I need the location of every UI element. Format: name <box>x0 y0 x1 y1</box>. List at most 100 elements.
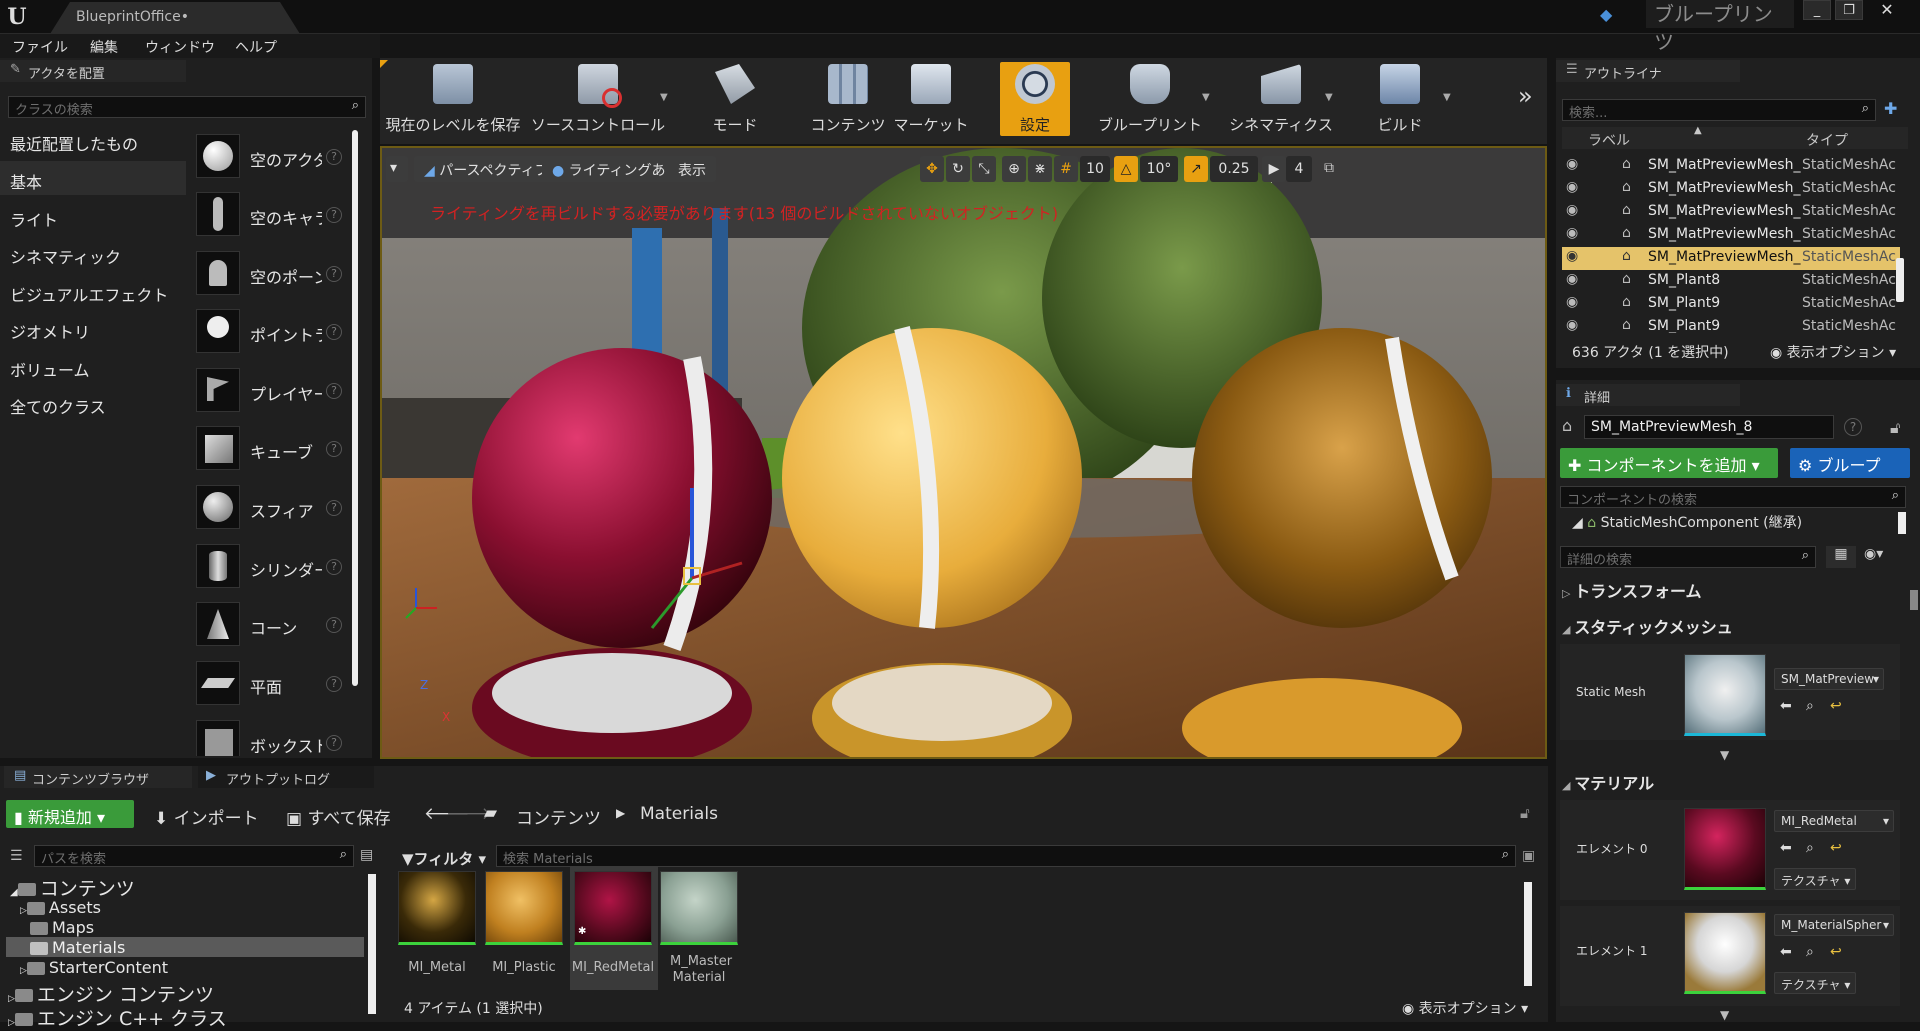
category-cinematic[interactable]: シネマティック <box>0 236 186 270</box>
actor-item-box-trigger[interactable]: ボックスト? <box>192 716 352 756</box>
help-icon[interactable]: ? <box>326 324 342 340</box>
visibility-eye-icon[interactable]: ◉ <box>1566 317 1578 333</box>
maximize-button[interactable]: ❐ <box>1835 0 1863 20</box>
visibility-eye-icon[interactable]: ◉ <box>1566 225 1578 241</box>
asset-thumbnail-mi-plastic[interactable] <box>485 871 563 945</box>
static-mesh-dropdown[interactable]: SM_MatPreview ▾ <box>1774 668 1884 690</box>
build-dropdown-icon[interactable]: ▼ <box>1443 92 1451 103</box>
path-search-input[interactable]: パスを検索 ⌕ <box>34 845 354 867</box>
static-mesh-thumbnail[interactable] <box>1684 654 1766 736</box>
unreal-logo-icon[interactable]: U <box>2 3 32 31</box>
save-search-icon[interactable]: ▣ <box>1522 848 1535 864</box>
help-icon[interactable]: ? <box>326 617 342 633</box>
visibility-eye-icon[interactable]: ◉ <box>1566 179 1578 195</box>
browse-search-icon[interactable]: ⌕ <box>1806 944 1814 960</box>
use-selected-arrow-icon[interactable]: ⬅ <box>1780 698 1792 714</box>
asset-scrollbar[interactable] <box>1524 882 1532 986</box>
outliner-row[interactable]: ◉ ⌂ SM_MatPreviewMesh_ StaticMeshAc <box>1562 178 1900 201</box>
visibility-eye-icon[interactable]: ◉ <box>1566 156 1578 172</box>
breadcrumb-materials[interactable]: Materials <box>640 804 718 824</box>
actor-item-cylinder[interactable]: シリンダー? <box>192 540 352 598</box>
help-icon[interactable]: ? <box>326 500 342 516</box>
actor-item-empty-character[interactable]: 空のキャラ? <box>192 188 352 246</box>
help-icon[interactable]: ? <box>326 676 342 692</box>
visibility-eye-icon[interactable]: ◉ <box>1566 294 1578 310</box>
tree-item-maps[interactable]: Maps <box>30 918 94 937</box>
outliner-row[interactable]: ◉ ⌂ SM_Plant9 StaticMeshAc <box>1562 316 1900 333</box>
add-component-button[interactable]: ✚ コンポーネントを追加 ▾ <box>1560 448 1778 478</box>
help-icon[interactable]: ? <box>326 149 342 165</box>
reset-icon[interactable]: ↩ <box>1830 944 1842 960</box>
grid-snap-icon[interactable]: # <box>1054 156 1078 182</box>
outliner-col-type[interactable]: タイプ <box>1806 130 1848 150</box>
filter-button[interactable]: ▼フィルタ ▾ <box>402 848 486 869</box>
actor-list-scrollbar[interactable] <box>352 130 358 686</box>
grid-snap-value[interactable]: 10 <box>1080 156 1110 182</box>
save-all-button[interactable]: ▣ すべて保存 <box>286 804 391 829</box>
tree-item-starter-content[interactable]: ▷ StarterContent <box>20 958 168 977</box>
outliner-search-input[interactable]: 検索... ⌕ <box>1562 99 1876 121</box>
rotate-tool-icon[interactable]: ↻ <box>946 156 970 182</box>
rotation-snap-value[interactable]: 10° <box>1140 156 1178 182</box>
outliner-row[interactable]: ◉ ⌂ SM_Plant9 StaticMeshAc <box>1562 293 1900 316</box>
actor-item-cube[interactable]: キューブ? <box>192 422 352 480</box>
outliner-row[interactable]: ◉ ⌂ SM_MatPreviewMesh_ StaticMeshAc <box>1562 224 1900 247</box>
show-button[interactable]: 表示 <box>668 156 716 182</box>
material-element-1-dropdown[interactable]: M_MaterialSpher ▾ <box>1774 914 1894 936</box>
expand-advanced-icon[interactable]: ▼ <box>1720 1008 1729 1022</box>
actor-item-empty-actor[interactable]: 空のアクタ? <box>192 130 352 188</box>
outliner-view-options[interactable]: ◉ 表示オプション ▾ <box>1770 342 1896 362</box>
import-button[interactable]: ⬇ インポート <box>154 804 259 829</box>
tree-item-assets[interactable]: ▷ Assets <box>20 898 101 917</box>
outliner-row-selected[interactable]: ◉ ⌂ SM_MatPreviewMesh_ StaticMeshAc <box>1562 247 1900 270</box>
add-filter-icon[interactable]: ✚ <box>1884 99 1897 118</box>
asset-thumbnail-m-master-material[interactable] <box>660 871 738 945</box>
help-icon[interactable]: ? <box>1844 418 1862 436</box>
content-browser-tab[interactable]: ▤ コンテンツブラウザ <box>4 766 192 788</box>
visibility-eye-icon[interactable]: ◉ <box>1566 202 1578 218</box>
component-tree-item[interactable]: ◢ ⌂ StaticMeshComponent (継承) <box>1572 512 1802 532</box>
category-basic[interactable]: 基本 <box>0 161 186 195</box>
actor-name-field[interactable]: SM_MatPreviewMesh_8 <box>1584 415 1834 439</box>
asset-view-options[interactable]: ◉ 表示オプション ▾ <box>1402 998 1528 1018</box>
actor-item-point-light[interactable]: ポイントラ? <box>192 305 352 363</box>
class-search-input[interactable]: クラスの検索 ⌕ <box>8 96 366 118</box>
scale-snap-value[interactable]: 0.25 <box>1210 156 1258 182</box>
material-element-1-thumbnail[interactable] <box>1684 912 1766 994</box>
section-transform[interactable]: ▷ トランスフォーム <box>1562 578 1702 602</box>
lock-icon[interactable]: 🔓︎ <box>1890 418 1900 438</box>
material-element-0-thumbnail[interactable] <box>1684 808 1766 890</box>
scale-snap-icon[interactable]: ↗ <box>1184 156 1208 182</box>
use-selected-arrow-icon[interactable]: ⬅ <box>1780 840 1792 856</box>
browse-search-icon[interactable]: ⌕ <box>1806 698 1814 714</box>
category-volumes[interactable]: ボリューム <box>0 349 186 383</box>
asset-search-input[interactable]: 検索 Materials ⌕ <box>496 845 1516 867</box>
help-icon[interactable]: ? <box>326 559 342 575</box>
blueprint-dropdown-icon[interactable]: ▼ <box>1202 92 1210 103</box>
section-materials[interactable]: ◢ マテリアル <box>1562 770 1654 794</box>
outliner-scrollbar[interactable] <box>1896 258 1904 302</box>
category-all-classes[interactable]: 全てのクラス <box>0 386 186 420</box>
camera-speed-icon[interactable]: ▶ <box>1262 156 1286 182</box>
visibility-eye-icon[interactable]: ◉ <box>1566 271 1578 287</box>
level-viewport[interactable]: ▾ ◢ パースペクティブ ● ライティングあり 表示 ✥ ↻ ⤡ ⊕ ⋇ # 1… <box>380 146 1547 759</box>
category-lights[interactable]: ライト <box>0 199 186 233</box>
tree-item-content[interactable]: ◢ コンテンツ <box>10 874 135 901</box>
section-static-mesh[interactable]: ◢ スタティックメッシュ <box>1562 614 1733 638</box>
outliner-tab[interactable]: ☰ アウトライナ <box>1556 60 1740 82</box>
blueprint-script-button[interactable]: ⚙ ブループ <box>1790 448 1910 478</box>
build-button[interactable]: ビルド <box>1360 60 1440 138</box>
menu-help[interactable]: ヘルプ <box>235 37 277 57</box>
component-scrollbar[interactable] <box>1898 512 1906 534</box>
menu-file[interactable]: ファイル <box>12 37 68 57</box>
outliner-row[interactable]: ◉ ⌂ SM_MatPreviewMesh_ StaticMeshAc <box>1562 155 1900 178</box>
tree-item-engine-content[interactable]: ▷ エンジン コンテンツ <box>8 980 214 1007</box>
document-tab[interactable]: BlueprintOffice• <box>50 2 300 34</box>
help-icon[interactable]: ? <box>326 207 342 223</box>
help-icon[interactable]: ? <box>326 735 342 751</box>
material-element-0-dropdown[interactable]: MI_RedMetal ▾ <box>1774 810 1894 832</box>
scale-tool-icon[interactable]: ⤡ <box>972 156 996 182</box>
cinematics-button[interactable]: シネマティクス <box>1222 60 1340 138</box>
rotation-snap-icon[interactable]: △ <box>1114 156 1138 182</box>
view-options-eye-icon[interactable]: ◉▾ <box>1864 546 1883 562</box>
